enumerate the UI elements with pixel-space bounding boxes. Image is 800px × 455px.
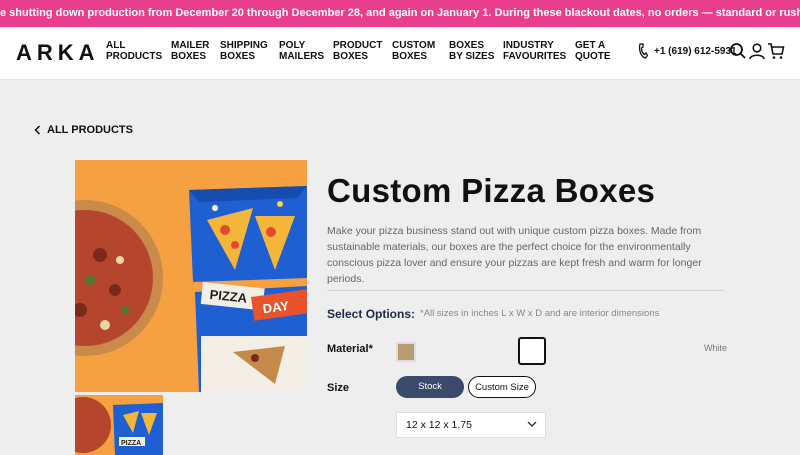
size-select[interactable]: 12 x 12 x 1.75 xyxy=(396,412,546,438)
material-swatch-white[interactable] xyxy=(518,337,546,365)
account-icon[interactable] xyxy=(748,42,766,60)
announcement-bar: e shutting down production from December… xyxy=(0,0,800,27)
logo[interactable]: ARKA xyxy=(16,40,100,66)
search-icon[interactable] xyxy=(729,42,747,60)
nav-industry-favourites[interactable]: Industry Favourites xyxy=(503,40,569,62)
chevron-down-icon xyxy=(527,421,537,427)
phone-icon xyxy=(638,43,648,59)
product-title: Custom Pizza Boxes xyxy=(327,172,656,209)
phone-number: +1 (619) 612-5931 xyxy=(654,45,737,57)
site-header: ARKA All Products Mailer Boxes Shipping … xyxy=(0,27,800,80)
product-thumbnail[interactable]: PIZZA xyxy=(75,395,163,455)
divider xyxy=(327,290,725,291)
nav-boxes-by-sizes[interactable]: Boxes by Sizes xyxy=(449,40,497,62)
nav-poly-mailers[interactable]: Poly Mailers xyxy=(279,40,341,62)
nav-custom-boxes[interactable]: Custom Boxes xyxy=(392,40,454,62)
product-description: Make your pizza business stand out with … xyxy=(327,225,702,285)
announcement-text: e shutting down production from December… xyxy=(0,7,800,19)
size-note: *All sizes in inches L x W x D and are i… xyxy=(420,308,660,319)
nav-product-boxes[interactable]: Product Boxes xyxy=(333,40,395,62)
chevron-left-icon xyxy=(34,125,41,135)
material-label: Material* xyxy=(327,343,373,355)
nav-shipping-boxes[interactable]: Shipping Boxes xyxy=(220,40,282,62)
nav-get-a-quote[interactable]: Get a Quote xyxy=(575,40,625,62)
size-label: Size xyxy=(327,382,350,394)
phone-link[interactable]: +1 (619) 612-5931 xyxy=(638,43,737,59)
tab-custom-size[interactable]: Custom Size xyxy=(468,376,536,398)
material-white-label: White xyxy=(704,343,728,353)
nav-all-products[interactable]: All Products xyxy=(106,40,168,62)
cart-icon[interactable] xyxy=(767,42,785,60)
product-main-image: PIZZA DAY xyxy=(75,160,307,392)
material-swatch-kraft[interactable] xyxy=(396,342,416,362)
select-options-heading: Select Options: xyxy=(327,307,416,321)
back-label: All Products xyxy=(47,124,133,136)
tab-stock-size[interactable]: Stock xyxy=(396,376,464,398)
thumb-pizza-text: PIZZA xyxy=(121,440,141,447)
size-select-value: 12 x 12 x 1.75 xyxy=(406,419,472,431)
back-to-all-products[interactable]: All Products xyxy=(34,124,133,136)
